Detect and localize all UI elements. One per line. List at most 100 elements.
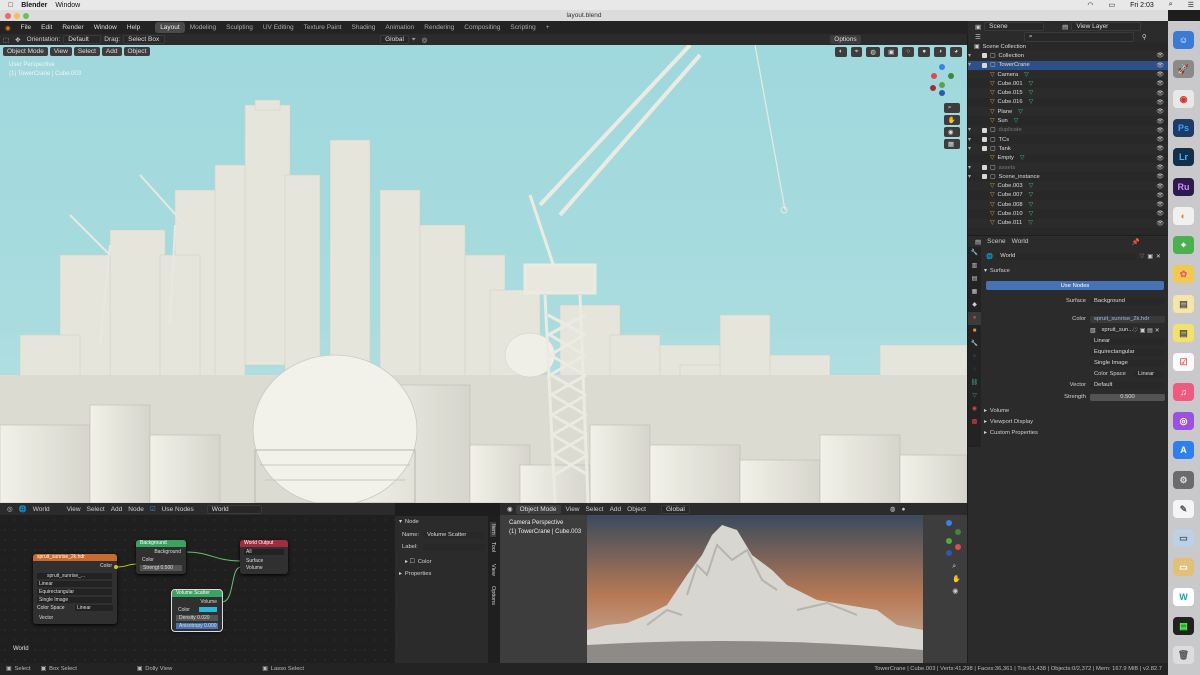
colorspace-dropdown[interactable]: Linear — [1134, 371, 1164, 378]
browse-icon[interactable]: ▣ — [1147, 254, 1152, 260]
scene-tab-icon[interactable]: ◆ — [968, 299, 981, 312]
music-icon[interactable]: ♫ — [1173, 382, 1194, 401]
visibility-eye-icon[interactable]: 👁 — [1156, 52, 1164, 59]
properties-type-icon[interactable]: ▤ — [975, 238, 981, 246]
menu-file[interactable]: File — [16, 24, 36, 31]
outliner-row[interactable]: ▽ Cube.003 ▽ 👁 — [968, 181, 1168, 191]
appstore-icon[interactable]: A — [1173, 441, 1194, 460]
overlay-icon[interactable]: ◍ — [866, 47, 881, 57]
rush-icon[interactable]: Ru — [1173, 177, 1194, 196]
env-projection-dropdown[interactable]: Equirectangular — [37, 589, 112, 595]
xray-icon[interactable]: ▣ — [884, 47, 899, 57]
mesh-data-icon[interactable]: ▽ — [1014, 118, 1018, 124]
apple-icon[interactable]:  — [8, 2, 13, 9]
disclosure-triangle-icon[interactable]: ▾ — [968, 165, 982, 171]
visibility-eye-icon[interactable]: 👁 — [1156, 136, 1164, 143]
outliner-row[interactable]: ▾ ▢ assets 👁 — [968, 162, 1168, 173]
node-properties-section[interactable]: ▸ Properties — [399, 571, 431, 577]
env-image-field[interactable]: spruit_sunrise_... — [37, 573, 112, 579]
proportional-edit-icon[interactable]: ◎ — [422, 36, 428, 44]
viewport-menu-object[interactable]: Object — [123, 47, 151, 56]
drag-dropdown[interactable]: Select Box — [123, 35, 166, 44]
interpolation-dropdown[interactable]: Linear — [1090, 338, 1165, 345]
finder-icon[interactable]: ☺ — [1173, 31, 1194, 49]
pin-icon[interactable]: 📌 — [1131, 238, 1139, 246]
volume-scatter-node[interactable]: Volume Scatter Volume Color Density 0.02… — [171, 589, 223, 632]
viewport-menu-select[interactable]: Select — [73, 47, 100, 56]
move-tool-icon[interactable]: ✥ — [15, 36, 20, 44]
strength-field[interactable]: 0.500 — [1090, 394, 1165, 401]
world-output-node[interactable]: World Output All Surface Volume — [240, 540, 288, 574]
surface-dropdown[interactable]: Background — [1090, 298, 1165, 305]
outliner-row[interactable]: ▽ Cube.008 ▽ 👁 — [968, 200, 1168, 210]
image-browse-icon[interactable]: ▣ — [1140, 328, 1145, 334]
tab-shading[interactable]: Shading — [347, 22, 381, 33]
data-tab-icon[interactable]: ▽ — [968, 390, 981, 403]
system-preferences-icon[interactable]: ⚙ — [1173, 470, 1194, 489]
visibility-eye-icon[interactable]: 👁 — [1156, 90, 1164, 97]
mesh-data-icon[interactable]: ▽ — [1029, 81, 1033, 87]
camera-menu-view[interactable]: View — [566, 506, 580, 513]
background-node[interactable]: Background Background Color Strengt 0.50… — [136, 540, 186, 574]
mesh-data-icon[interactable]: ▽ — [1018, 109, 1022, 115]
notes-icon[interactable]: ▤ — [1173, 294, 1194, 313]
webex-icon[interactable]: W — [1173, 587, 1194, 606]
env-colorspace-dropdown[interactable]: Linear — [75, 605, 113, 611]
outliner-row[interactable]: ▽ Cube.007 ▽ 👁 — [968, 191, 1168, 200]
tab-compositing[interactable]: Compositing — [459, 22, 505, 33]
view-layer-selector[interactable]: View Layer — [1071, 22, 1142, 31]
breadcrumb-world[interactable]: World — [1012, 238, 1029, 245]
outliner-row[interactable]: ▾ ▢ TowerCrane 👁 — [968, 60, 1168, 70]
mesh-data-icon[interactable]: ▽ — [1024, 72, 1028, 78]
trash-icon[interactable]: 🗑 — [1173, 646, 1194, 665]
unlink-icon[interactable]: ✕ — [1156, 254, 1161, 260]
disclosure-triangle-icon[interactable]: ▾ — [968, 53, 982, 59]
scene-icon[interactable]: ▣ — [975, 23, 981, 31]
render-tab-icon[interactable]: ▥ — [968, 260, 981, 273]
photoshop-icon[interactable]: Ps — [1173, 118, 1194, 137]
perspective-toggle-icon[interactable]: ▦ — [943, 139, 960, 149]
camera-pan-icon[interactable]: ✋ — [952, 575, 961, 583]
reminders-icon[interactable]: ☑ — [1173, 353, 1194, 372]
object-tab-icon[interactable]: ■ — [968, 325, 981, 338]
world-tab-icon[interactable]: ● — [968, 312, 981, 325]
viewport-menu-add[interactable]: Add — [101, 47, 122, 56]
outliner-row[interactable]: ▽ Cube.001 ▽ 👁 — [968, 79, 1168, 88]
add-workspace-button[interactable]: + — [541, 22, 555, 33]
visibility-eye-icon[interactable]: 👁 — [1156, 155, 1164, 162]
wifi-icon[interactable]: ◠ — [1087, 1, 1093, 9]
tab-rendering[interactable]: Rendering — [419, 22, 459, 33]
image-name-field[interactable]: spruit_sun... — [1097, 327, 1133, 334]
blender-icon[interactable]: ◐ — [1173, 206, 1194, 225]
disclosure-triangle-icon[interactable]: ▾ — [968, 146, 982, 152]
rocket-icon[interactable]: 🚀 — [1173, 60, 1194, 79]
menu-help[interactable]: Help — [122, 24, 145, 31]
camera-object-mode-dropdown[interactable]: Object Mode — [515, 504, 561, 514]
menu-edit[interactable]: Edit — [36, 24, 57, 31]
world-name-field[interactable]: World — [996, 253, 1137, 260]
collection-checkbox[interactable] — [982, 127, 987, 133]
collection-checkbox[interactable] — [982, 137, 987, 143]
visibility-eye-icon[interactable]: 👁 — [1156, 210, 1164, 217]
fake-user-icon[interactable]: ♡ — [1139, 254, 1144, 260]
env-source-dropdown[interactable]: Single Image — [37, 597, 112, 603]
visibility-eye-icon[interactable]: 👁 — [1156, 80, 1164, 87]
activity-icon[interactable]: ▤ — [1173, 617, 1194, 635]
collection-checkbox[interactable] — [982, 146, 987, 152]
textedit-icon[interactable]: ✎ — [1173, 499, 1194, 518]
visibility-eye-icon[interactable]: 👁 — [1156, 62, 1164, 69]
chrome-icon[interactable]: ◉ — [1173, 89, 1194, 108]
close-window-button[interactable] — [5, 13, 11, 19]
tab-view[interactable]: View — [490, 564, 496, 576]
camera-view-icon[interactable]: ◉ — [943, 127, 960, 137]
outliner-row[interactable]: ▽ Plane ▽ 👁 — [968, 107, 1168, 117]
shading-wire-icon[interactable]: ○ — [902, 47, 915, 57]
outliner-search[interactable]: ⌕ — [1023, 32, 1134, 42]
mesh-data-icon[interactable]: ▽ — [1028, 220, 1032, 226]
shading-solid-icon[interactable]: ● — [918, 47, 931, 57]
outliner-row[interactable]: ▽ Cube.011 ▽ 👁 — [968, 218, 1168, 228]
camera-menu-select[interactable]: Select — [586, 506, 604, 513]
mesh-data-icon[interactable]: ▽ — [1029, 90, 1033, 96]
projection-dropdown[interactable]: Equirectangular — [1090, 349, 1165, 356]
app-menu[interactable]: Blender — [21, 2, 47, 9]
